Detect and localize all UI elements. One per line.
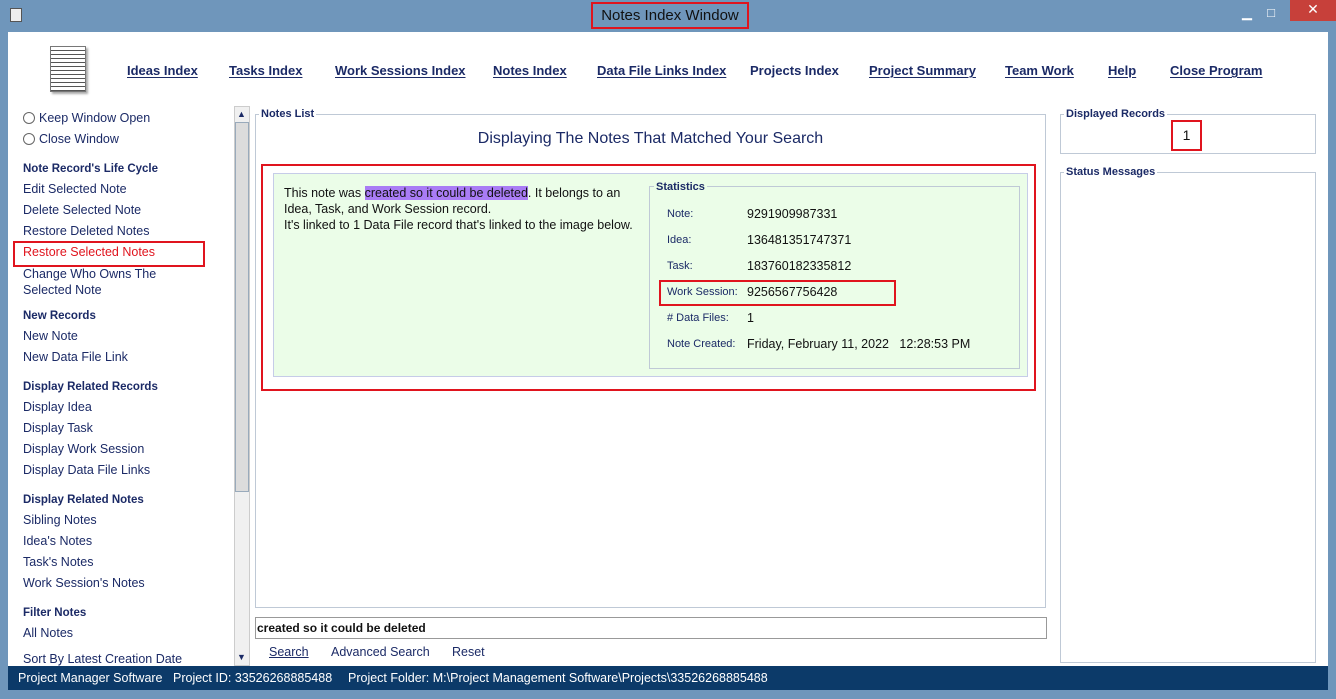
filter-notes-heading: Filter Notes — [23, 607, 87, 619]
ideas-notes[interactable]: Idea's Notes — [23, 534, 92, 548]
display-idea[interactable]: Display Idea — [23, 400, 92, 414]
life-cycle-heading: Note Record's Life Cycle — [23, 163, 159, 175]
new-records-heading: New Records — [23, 310, 96, 322]
delete-selected-note[interactable]: Delete Selected Note — [23, 203, 141, 217]
search-button[interactable]: Search — [269, 645, 309, 659]
status-messages-panel — [1060, 172, 1316, 663]
nav-project-summary[interactable]: Project Summary — [869, 63, 976, 78]
display-task[interactable]: Display Task — [23, 421, 93, 435]
note-text: This note was created so it could be del… — [284, 185, 644, 233]
new-data-file-link[interactable]: New Data File Link — [23, 350, 128, 364]
radio-label: Keep Window Open — [39, 111, 151, 125]
search-match-highlight: created so it could be deleted — [364, 186, 528, 200]
app-icon — [10, 8, 22, 22]
stat-label: Idea: — [667, 234, 692, 246]
note-text-part: . It belongs to an — [527, 186, 621, 200]
radio-label: Close Window — [39, 132, 119, 146]
new-note[interactable]: New Note — [23, 329, 78, 343]
radio-icon — [23, 133, 35, 145]
displayed-records-title: Displayed Records — [1064, 108, 1168, 120]
status-bar: Project Manager Software Project ID: 335… — [8, 666, 1328, 690]
nav-team-work[interactable]: Team Work — [1005, 63, 1074, 78]
note-text-part: Idea, Task, and Work Session record. — [284, 202, 492, 216]
highlight-box — [659, 280, 896, 306]
nav-help[interactable]: Help — [1108, 63, 1136, 78]
status-messages-title: Status Messages — [1064, 166, 1158, 178]
edit-selected-note[interactable]: Edit Selected Note — [23, 182, 127, 196]
reset-button[interactable]: Reset — [452, 645, 485, 659]
related-notes-heading: Display Related Notes — [23, 494, 144, 506]
window-title: Notes Index Window — [591, 2, 749, 29]
restore-deleted-notes[interactable]: Restore Deleted Notes — [23, 224, 149, 238]
stat-value: Friday, February 11, 2022 12:28:53 PM — [747, 337, 971, 351]
close-button[interactable]: ✕ — [1290, 0, 1336, 21]
nav-notes-index[interactable]: Notes Index — [493, 63, 567, 78]
nav-projects-index[interactable]: Projects Index — [750, 63, 839, 78]
displayed-records-count: 1 — [1171, 120, 1202, 151]
display-data-file-links[interactable]: Display Data File Links — [23, 463, 150, 477]
change-owner-line2[interactable]: Selected Note — [23, 283, 102, 297]
stat-label: Task: — [667, 260, 693, 272]
search-input[interactable]: created so it could be deleted — [255, 617, 1047, 639]
nav-tasks-index[interactable]: Tasks Index — [229, 63, 302, 78]
all-notes[interactable]: All Notes — [23, 626, 73, 640]
title-bar: Notes Index Window ▁ □ ✕ — [0, 0, 1336, 32]
nav-close-program[interactable]: Close Program — [1170, 63, 1262, 78]
notes-heading: Displaying The Notes That Matched Your S… — [477, 130, 824, 147]
scrollbar-thumb[interactable] — [235, 122, 249, 492]
stat-label: Note: — [667, 208, 694, 220]
app-name: Project Manager Software — [18, 671, 163, 685]
sort-by-latest[interactable]: Sort By Latest Creation Date — [23, 652, 182, 666]
statistics-title: Statistics — [654, 181, 707, 193]
sibling-notes[interactable]: Sibling Notes — [23, 513, 97, 527]
maximize-button[interactable]: □ — [1258, 4, 1284, 22]
related-records-heading: Display Related Records — [23, 381, 158, 393]
stat-value: 9291909987331 — [747, 207, 838, 221]
project-folder: Project Folder: M:\Project Management So… — [348, 671, 768, 685]
note-text-part: It's linked to 1 Data File record that's… — [284, 218, 633, 232]
notes-document-icon — [50, 46, 86, 92]
change-owner[interactable]: Change Who Owns The — [23, 267, 156, 281]
nav-data-file-links-index[interactable]: Data File Links Index — [597, 63, 726, 78]
stat-value: 183760182335812 — [747, 259, 852, 273]
scroll-up-icon[interactable]: ▲ — [237, 109, 246, 119]
scroll-down-icon[interactable]: ▼ — [237, 652, 246, 662]
nav-ideas-index[interactable]: Ideas Index — [127, 63, 198, 78]
stat-label: Note Created: — [667, 338, 736, 350]
stat-value: 136481351747371 — [747, 233, 852, 247]
notes-list-title: Notes List — [259, 108, 317, 120]
radio-icon — [23, 112, 35, 124]
close-window-radio[interactable]: Close Window — [23, 132, 119, 146]
project-id: Project ID: 33526268885488 — [173, 671, 333, 685]
display-work-session[interactable]: Display Work Session — [23, 442, 144, 456]
restore-selected-notes[interactable]: Restore Selected Notes — [23, 245, 155, 259]
keep-window-open-radio[interactable]: Keep Window Open — [23, 111, 150, 125]
nav-work-sessions-index[interactable]: Work Sessions Index — [335, 63, 466, 78]
advanced-search-button[interactable]: Advanced Search — [331, 645, 430, 659]
minimize-button[interactable]: ▁ — [1234, 4, 1260, 22]
stat-label: # Data Files: — [667, 312, 729, 324]
note-text-part: This note was — [284, 186, 365, 200]
stat-value: 1 — [747, 311, 754, 325]
tasks-notes[interactable]: Task's Notes — [23, 555, 93, 569]
work-sessions-notes[interactable]: Work Session's Notes — [23, 576, 145, 590]
